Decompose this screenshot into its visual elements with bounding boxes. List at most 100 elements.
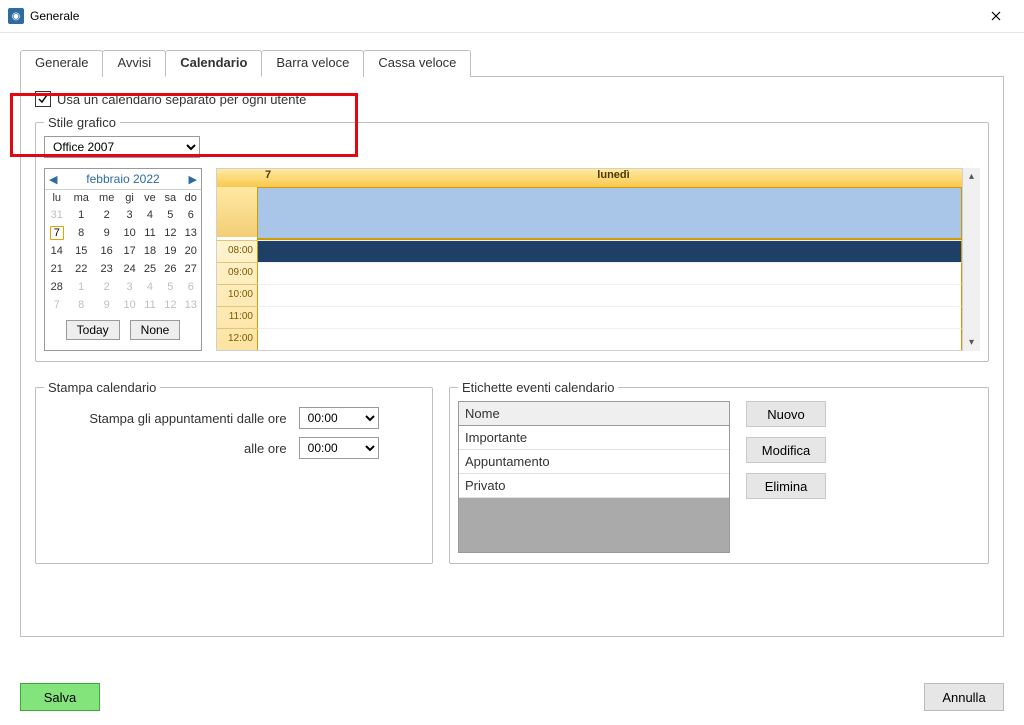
- day-scrollbar[interactable]: ▴ ▾: [963, 168, 980, 351]
- time-slots[interactable]: [257, 240, 962, 350]
- calendar-day[interactable]: 19: [160, 242, 180, 260]
- delete-label-button[interactable]: Elimina: [746, 473, 826, 499]
- calendar-day[interactable]: 11: [140, 296, 160, 314]
- calendar-day[interactable]: 13: [181, 296, 201, 314]
- calendar-day[interactable]: 8: [69, 296, 94, 314]
- month-title[interactable]: febbraio 2022: [86, 172, 159, 186]
- client-area: GeneraleAvvisiCalendarioBarra veloceCass…: [0, 33, 1024, 725]
- close-button[interactable]: [976, 0, 1016, 32]
- calendar-day[interactable]: 16: [94, 242, 119, 260]
- print-to-label: alle ore: [44, 441, 287, 456]
- calendar-day[interactable]: 28: [45, 278, 69, 296]
- time-slot[interactable]: [257, 240, 962, 262]
- calendar-day[interactable]: 18: [140, 242, 160, 260]
- calendar-day[interactable]: 15: [69, 242, 94, 260]
- calendar-day[interactable]: 22: [69, 260, 94, 278]
- tab-barra-veloce[interactable]: Barra veloce: [261, 50, 364, 77]
- calendar-day[interactable]: 27: [181, 260, 201, 278]
- scroll-down-icon[interactable]: ▾: [963, 334, 980, 351]
- style-legend: Stile grafico: [44, 115, 120, 130]
- style-combo[interactable]: Office 2007: [44, 136, 200, 158]
- print-to-combo[interactable]: 00:00: [299, 437, 379, 459]
- label-list-item[interactable]: Appuntamento: [459, 450, 729, 474]
- day-view-inner[interactable]: 7 lunedì 08:0009:0010:0011:0012:00: [216, 168, 963, 351]
- label-list-item[interactable]: Privato: [459, 474, 729, 498]
- calendar-day[interactable]: 10: [119, 224, 139, 242]
- calendar-day[interactable]: 24: [119, 260, 139, 278]
- label-list-item[interactable]: Importante: [459, 426, 729, 450]
- new-label-button[interactable]: Nuovo: [746, 401, 826, 427]
- weekday-header: ma: [69, 190, 94, 206]
- calendar-day[interactable]: 7: [45, 224, 69, 242]
- time-label: 09:00: [217, 262, 257, 284]
- weekday-header: lu: [45, 190, 69, 206]
- calendar-day[interactable]: 9: [94, 296, 119, 314]
- calendar-day[interactable]: 3: [119, 278, 139, 296]
- tab-calendario[interactable]: Calendario: [165, 50, 262, 77]
- weekday-header: do: [181, 190, 201, 206]
- calendar-day[interactable]: 14: [45, 242, 69, 260]
- cancel-button[interactable]: Annulla: [924, 683, 1004, 711]
- none-button[interactable]: None: [130, 320, 181, 340]
- month-header: ◀ febbraio 2022 ▶: [45, 169, 201, 190]
- scroll-up-icon[interactable]: ▴: [963, 168, 980, 185]
- calendar-day[interactable]: 23: [94, 260, 119, 278]
- calendar-day[interactable]: 7: [45, 296, 69, 314]
- labels-column-header: Nome: [459, 402, 729, 426]
- tab-avvisi[interactable]: Avvisi: [102, 50, 166, 77]
- calendar-day[interactable]: 31: [45, 206, 69, 224]
- calendar-day[interactable]: 12: [160, 296, 180, 314]
- calendar-day[interactable]: 17: [119, 242, 139, 260]
- calendar-day[interactable]: 25: [140, 260, 160, 278]
- day-number: 7: [217, 169, 265, 181]
- calendar-day[interactable]: 20: [181, 242, 201, 260]
- calendar-day[interactable]: 8: [69, 224, 94, 242]
- today-button[interactable]: Today: [66, 320, 120, 340]
- all-day-area[interactable]: [257, 188, 962, 240]
- calendar-day[interactable]: 4: [140, 278, 160, 296]
- time-slot[interactable]: [257, 262, 962, 284]
- calendar-day[interactable]: 10: [119, 296, 139, 314]
- calendar-day[interactable]: 2: [94, 206, 119, 224]
- prev-month-button[interactable]: ◀: [49, 173, 57, 186]
- day-name: lunedì: [265, 169, 962, 181]
- month-calendar[interactable]: ◀ febbraio 2022 ▶ lumamegivesado 3112345…: [44, 168, 202, 351]
- print-fieldset: Stampa calendario Stampa gli appuntament…: [35, 380, 433, 564]
- labels-listbox[interactable]: Nome ImportanteAppuntamentoPrivato: [458, 401, 730, 553]
- separate-calendar-label: Usa un calendario separato per ogni uten…: [57, 92, 306, 107]
- calendar-day[interactable]: 9: [94, 224, 119, 242]
- calendar-day[interactable]: 3: [119, 206, 139, 224]
- print-from-combo[interactable]: 00:00: [299, 407, 379, 429]
- save-button[interactable]: Salva: [20, 683, 100, 711]
- calendar-day[interactable]: 5: [160, 278, 180, 296]
- weekday-header: gi: [119, 190, 139, 206]
- window-title: Generale: [30, 9, 976, 23]
- tab-generale[interactable]: Generale: [20, 50, 103, 77]
- calendar-day[interactable]: 5: [160, 206, 180, 224]
- edit-label-button[interactable]: Modifica: [746, 437, 826, 463]
- next-month-button[interactable]: ▶: [189, 173, 197, 186]
- tab-cassa-veloce[interactable]: Cassa veloce: [363, 50, 471, 77]
- time-slot[interactable]: [257, 284, 962, 306]
- time-slot[interactable]: [257, 328, 962, 350]
- calendar-day[interactable]: 2: [94, 278, 119, 296]
- calendar-day[interactable]: 6: [181, 278, 201, 296]
- calendar-day[interactable]: 1: [69, 206, 94, 224]
- calendar-day[interactable]: 21: [45, 260, 69, 278]
- month-grid: lumamegivesado 3112345678910111213141516…: [45, 190, 201, 314]
- calendar-day[interactable]: 26: [160, 260, 180, 278]
- calendar-day[interactable]: 12: [160, 224, 180, 242]
- day-header: 7 lunedì: [217, 169, 962, 188]
- weekday-header: me: [94, 190, 119, 206]
- time-label: 11:00: [217, 306, 257, 328]
- time-slot[interactable]: [257, 306, 962, 328]
- separate-calendar-row: Usa un calendario separato per ogni uten…: [35, 91, 989, 107]
- calendar-day[interactable]: 1: [69, 278, 94, 296]
- calendar-day[interactable]: 13: [181, 224, 201, 242]
- separate-calendar-checkbox[interactable]: [35, 91, 51, 107]
- time-label: 10:00: [217, 284, 257, 306]
- calendar-day[interactable]: 11: [140, 224, 160, 242]
- dialog-footer: Salva Annulla: [20, 683, 1004, 711]
- calendar-day[interactable]: 6: [181, 206, 201, 224]
- calendar-day[interactable]: 4: [140, 206, 160, 224]
